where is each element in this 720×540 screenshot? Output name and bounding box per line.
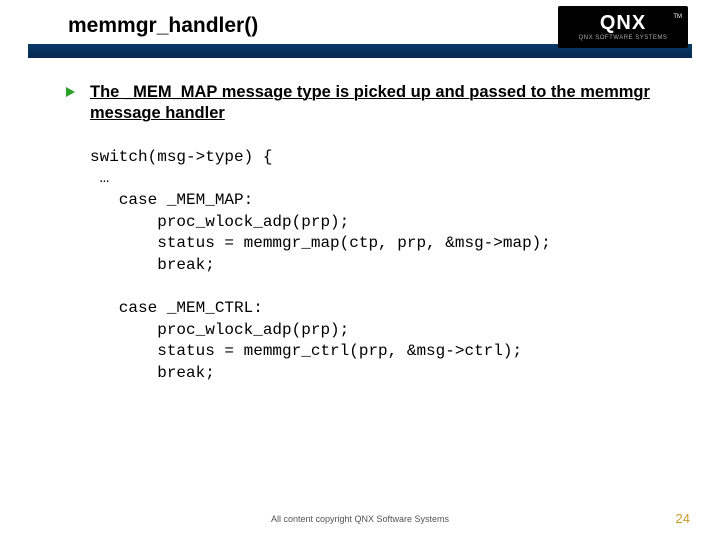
logo-main-text: QNX [600,13,646,33]
slide-title: memmgr_handler() [68,14,258,38]
slide-content: The _MEM_MAP message type is picked up a… [0,58,720,384]
page-number: 24 [676,511,690,526]
logo-sub-text: QNX SOFTWARE SYSTEMS [579,35,668,41]
qnx-logo: TM QNX QNX SOFTWARE SYSTEMS [558,6,688,48]
arrow-right-icon [64,85,78,99]
footer-copyright: All content copyright QNX Software Syste… [0,514,720,524]
code-block: switch(msg->type) { … case _MEM_MAP: pro… [90,147,684,385]
trademark-icon: TM [673,14,682,20]
slide-header: memmgr_handler() TM QNX QNX SOFTWARE SYS… [0,0,720,58]
bullet-text: The _MEM_MAP message type is picked up a… [90,82,684,125]
bullet-item: The _MEM_MAP message type is picked up a… [64,82,684,125]
